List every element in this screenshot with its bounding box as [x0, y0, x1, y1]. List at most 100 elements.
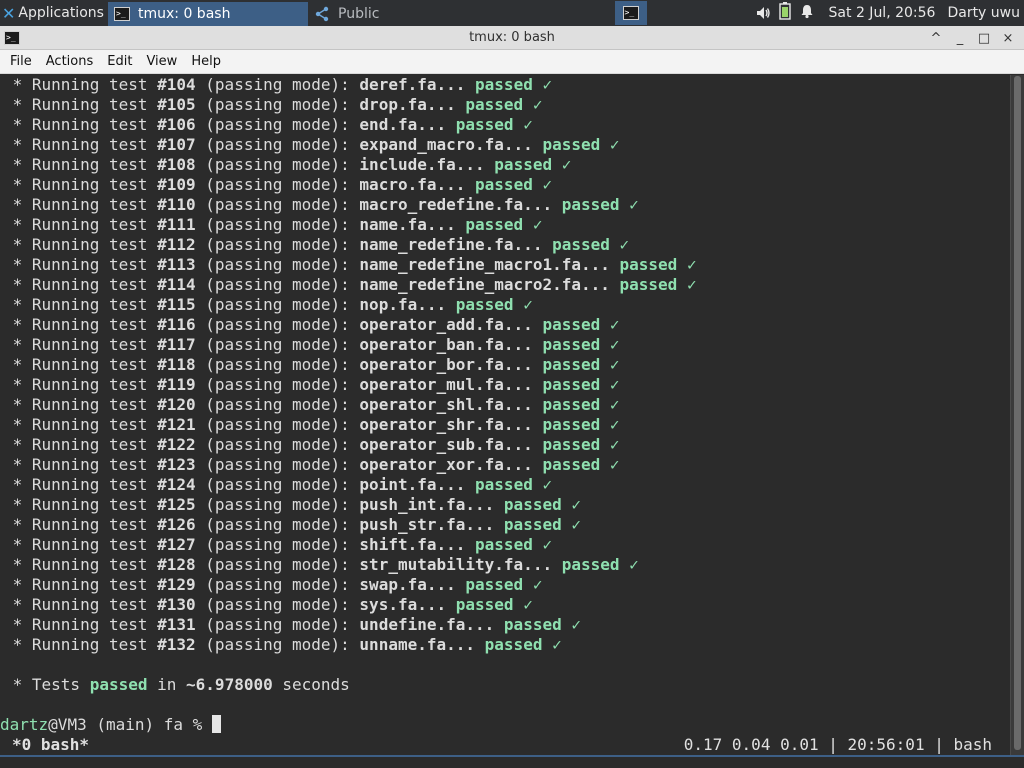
test-number: #123: [157, 455, 196, 474]
test-result-line: * Running test #107 (passing mode): expa…: [3, 135, 1010, 155]
test-file: operator_shl.fa...: [359, 395, 533, 414]
shade-button[interactable]: ^: [924, 31, 948, 46]
test-file: push_str.fa...: [359, 515, 495, 534]
taskbar-item-tmux[interactable]: >_ tmux: 0 bash: [108, 1, 308, 26]
check-icon: ✓: [609, 395, 620, 414]
minimize-button[interactable]: _: [948, 31, 972, 46]
test-status: passed: [561, 195, 620, 214]
user-menu[interactable]: Darty uwu: [947, 5, 1020, 21]
test-mode: (passing mode):: [195, 295, 360, 314]
test-prefix: * Running test: [3, 335, 158, 354]
volume-icon[interactable]: [755, 5, 771, 21]
terminal-icon[interactable]: >_: [4, 30, 20, 45]
test-status: passed: [455, 595, 514, 614]
test-result-line: * Running test #104 (passing mode): dere…: [3, 75, 1010, 95]
test-prefix: * Running test: [3, 255, 158, 274]
test-status: passed: [484, 635, 543, 654]
check-icon: ✓: [571, 615, 581, 634]
check-icon: ✓: [561, 155, 572, 174]
test-number: #106: [157, 115, 196, 134]
check-icon: ✓: [532, 215, 543, 234]
test-file: point.fa...: [359, 475, 466, 494]
test-prefix: * Running test: [3, 215, 158, 234]
notification-bell-icon[interactable]: [799, 3, 815, 19]
test-status: passed: [542, 315, 601, 334]
test-file: name.fa...: [359, 215, 456, 234]
test-prefix: * Running test: [3, 115, 158, 134]
menu-edit[interactable]: Edit: [100, 54, 139, 69]
test-prefix: * Running test: [3, 295, 158, 314]
menu-actions[interactable]: Actions: [39, 54, 101, 69]
test-result-line: * Running test #126 (passing mode): push…: [3, 515, 1010, 535]
test-number: #128: [157, 555, 196, 574]
check-icon: ✓: [609, 335, 620, 354]
test-mode: (passing mode):: [195, 315, 360, 334]
test-number: #113: [157, 255, 196, 274]
shell-prompt[interactable]: dartz@VM3 (main) fa %: [0, 715, 1010, 735]
check-icon: ✓: [542, 175, 553, 194]
workspace-switcher[interactable]: >_: [614, 1, 647, 25]
clock[interactable]: Sat 2 Jul, 20:56: [829, 5, 936, 21]
test-mode: (passing mode):: [195, 435, 360, 454]
maximize-button[interactable]: □: [972, 31, 996, 46]
test-number: #119: [157, 375, 196, 394]
taskbar-item-label: tmux: 0 bash: [138, 5, 231, 22]
test-status: passed: [552, 235, 610, 254]
terminal-output[interactable]: * Running test #104 (passing mode): dere…: [0, 75, 1010, 755]
share-icon: [315, 6, 329, 21]
taskbar-item-public[interactable]: Public: [308, 2, 508, 26]
menu-file[interactable]: File: [3, 54, 39, 69]
test-status: passed: [619, 255, 678, 274]
test-prefix: * Running test: [3, 435, 158, 454]
close-button[interactable]: ×: [996, 31, 1020, 46]
test-number: #130: [157, 595, 196, 614]
taskbar-item-label: Public: [338, 5, 380, 22]
applications-menu-button[interactable]: ✕ Applications: [0, 0, 108, 26]
test-prefix: * Running test: [3, 595, 158, 614]
scrollbar-thumb[interactable]: [1014, 76, 1021, 750]
test-status: passed: [455, 295, 514, 314]
test-status: passed: [542, 455, 601, 474]
test-number: #127: [157, 535, 196, 554]
test-result-line: * Running test #113 (passing mode): name…: [3, 255, 1010, 275]
menu-view[interactable]: View: [139, 54, 184, 69]
check-icon: ✓: [629, 195, 639, 214]
test-file: unname.fa...: [359, 635, 476, 654]
test-result-line: * Running test #122 (passing mode): oper…: [3, 435, 1010, 455]
test-result-line: * Running test #121 (passing mode): oper…: [3, 415, 1010, 435]
test-result-line: * Running test #120 (passing mode): oper…: [3, 395, 1010, 415]
battery-icon[interactable]: [778, 2, 791, 20]
test-result-line: * Running test #111 (passing mode): name…: [3, 215, 1010, 235]
test-result-line: * Running test #110 (passing mode): macr…: [3, 195, 1010, 215]
tmux-window-name[interactable]: *0 bash*: [12, 735, 89, 755]
test-result-line: * Running test #109 (passing mode): macr…: [3, 175, 1010, 195]
menu-help[interactable]: Help: [184, 54, 228, 69]
test-prefix: * Running test: [3, 415, 158, 434]
terminal-icon: >_: [622, 6, 639, 20]
test-number: #107: [157, 135, 196, 154]
terminal-scrollbar[interactable]: [1010, 75, 1024, 755]
test-number: #104: [157, 75, 196, 94]
test-number: #125: [157, 495, 196, 514]
test-prefix: * Running test: [3, 95, 158, 114]
test-number: #116: [157, 315, 196, 334]
test-number: #118: [157, 355, 196, 374]
window-titlebar[interactable]: >_ tmux: 0 bash ^ _ □ ×: [0, 26, 1024, 50]
